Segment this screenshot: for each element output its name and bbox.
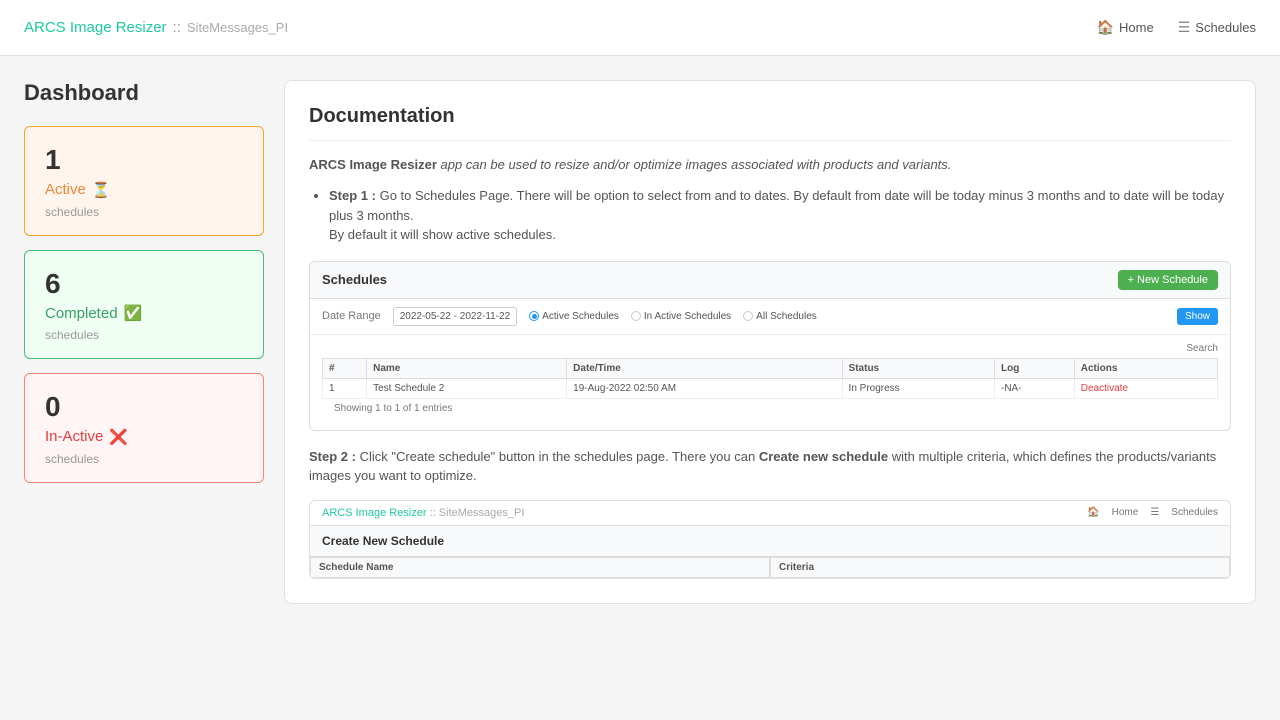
mini-nav-links: 🏠 Home ☰ Schedules — [1087, 507, 1218, 518]
search-label: Search — [322, 343, 1218, 354]
date-range-label: Date Range — [322, 310, 381, 322]
dashboard-sidebar: Dashboard 1 Active ⏳ schedules 6 Complet… — [24, 80, 264, 604]
nav-schedules[interactable]: ☰ Schedules — [1178, 19, 1256, 36]
table-row: 1 Test Schedule 2 19-Aug-2022 02:50 AM I… — [323, 378, 1218, 398]
mini-brand-name: ARCS Image Resizer — [322, 507, 427, 519]
row-status: In Progress — [842, 378, 994, 398]
doc-intro-text: app can be used to resize and/or optimiz… — [437, 157, 952, 172]
step1-label: Step 1 : — [329, 188, 376, 203]
stat-card-active[interactable]: 1 Active ⏳ schedules — [24, 126, 264, 236]
row-name: Test Schedule 2 — [367, 378, 567, 398]
col-name: Name — [367, 358, 567, 378]
completed-count: 6 — [45, 267, 243, 301]
show-button[interactable]: Show — [1177, 308, 1218, 325]
schedules-mockup: Schedules + New Schedule Date Range 2022… — [309, 261, 1231, 431]
mockup-header: Schedules + New Schedule — [310, 262, 1230, 299]
nav-schedules-label: Schedules — [1195, 20, 1256, 35]
radio-active-label: Active Schedules — [542, 311, 619, 322]
col-actions: Actions — [1074, 358, 1217, 378]
mockup-table-container: Search # Name Date/Time Status Log Actio… — [310, 335, 1230, 430]
radio-all[interactable]: All Schedules — [743, 311, 817, 322]
schedules-table: # Name Date/Time Status Log Actions 1 Te… — [322, 358, 1218, 399]
deactivate-link[interactable]: Deactivate — [1081, 383, 1128, 394]
schedules-icon: ☰ — [1178, 19, 1191, 36]
main-nav: 🏠 Home ☰ Schedules — [1097, 19, 1256, 36]
doc-steps-list: Step 1 : Go to Schedules Page. There wil… — [309, 186, 1231, 245]
x-circle-icon: ❌ — [109, 428, 128, 446]
inactive-sublabel: schedules — [45, 452, 243, 466]
brand: ARCS Image Resizer :: SiteMessages_PI — [24, 19, 288, 36]
radio-all-label: All Schedules — [756, 311, 817, 322]
create-schedule-title: Create New Schedule — [310, 526, 1230, 557]
stat-card-completed[interactable]: 6 Completed ✅ schedules — [24, 250, 264, 360]
doc-title: Documentation — [309, 105, 1231, 141]
col-log: Log — [995, 358, 1075, 378]
step1-text: Go to Schedules Page. There will be opti… — [329, 188, 1224, 223]
col-schedule-name: Schedule Name — [310, 557, 770, 578]
completed-label: Completed ✅ — [45, 304, 243, 322]
step1-extra: By default it will show active schedules… — [329, 227, 556, 242]
active-count: 1 — [45, 143, 243, 177]
col-datetime: Date/Time — [567, 358, 842, 378]
radio-group: Active Schedules In Active Schedules All… — [529, 311, 817, 322]
step2-label: Step 2 : — [309, 449, 356, 464]
radio-inactive-dot — [631, 311, 641, 321]
row-log: -NA- — [995, 378, 1075, 398]
new-schedule-button[interactable]: + New Schedule — [1118, 270, 1218, 290]
active-label: Active ⏳ — [45, 181, 243, 199]
radio-all-dot — [743, 311, 753, 321]
inactive-count: 0 — [45, 390, 243, 424]
check-circle-icon: ✅ — [124, 304, 143, 322]
create-schedule-box: Create New Schedule Schedule Name Criter… — [309, 525, 1231, 579]
radio-inactive-label: In Active Schedules — [644, 311, 731, 322]
inactive-label: In-Active ❌ — [45, 428, 243, 446]
create-schedule-cols: Schedule Name Criteria — [310, 557, 1230, 578]
app-header: ARCS Image Resizer :: SiteMessages_PI 🏠 … — [0, 0, 1280, 56]
mini-brand: ARCS Image Resizer :: SiteMessages_PI — [322, 507, 524, 519]
documentation-panel: Documentation ARCS Image Resizer app can… — [284, 80, 1256, 604]
mockup-title: Schedules — [322, 272, 387, 287]
step1-item: Step 1 : Go to Schedules Page. There wil… — [329, 186, 1231, 245]
main-content: Dashboard 1 Active ⏳ schedules 6 Complet… — [0, 56, 1280, 628]
nav-home[interactable]: 🏠 Home — [1097, 19, 1154, 36]
radio-active-dot — [529, 311, 539, 321]
dashboard-title: Dashboard — [24, 80, 264, 106]
nav-home-label: Home — [1119, 20, 1154, 35]
table-footer: Showing 1 to 1 of 1 entries — [322, 399, 1218, 422]
mini-sep: :: — [430, 507, 436, 519]
row-datetime: 19-Aug-2022 02:50 AM — [567, 378, 842, 398]
home-icon: 🏠 — [1097, 19, 1114, 36]
create-schedule-mockup: ARCS Image Resizer :: SiteMessages_PI 🏠 … — [309, 500, 1231, 579]
mini-schedules-label: Schedules — [1171, 507, 1218, 518]
doc-intro: ARCS Image Resizer app can be used to re… — [309, 157, 1231, 172]
date-range-value: 2022-05-22 - 2022-11-22 — [393, 307, 517, 326]
step2-text: Click "Create schedule" button in the sc… — [356, 449, 759, 464]
row-num: 1 — [323, 378, 367, 398]
radio-active[interactable]: Active Schedules — [529, 311, 619, 322]
mini-nav: ARCS Image Resizer :: SiteMessages_PI 🏠 … — [309, 500, 1231, 525]
brand-separator: :: — [173, 19, 181, 36]
mini-schedules-icon: ☰ — [1150, 507, 1159, 518]
hourglass-icon: ⏳ — [92, 181, 111, 199]
stat-card-inactive[interactable]: 0 In-Active ❌ schedules — [24, 373, 264, 483]
col-criteria: Criteria — [770, 557, 1230, 578]
mini-home-icon: 🏠 — [1087, 507, 1099, 518]
col-num: # — [323, 358, 367, 378]
site-name: SiteMessages_PI — [187, 20, 288, 35]
brand-name: ARCS Image Resizer — [24, 19, 167, 36]
mini-site: SiteMessages_PI — [439, 507, 525, 519]
mini-home-label: Home — [1112, 507, 1139, 518]
step2-bold: Create new schedule — [759, 449, 888, 464]
col-status: Status — [842, 358, 994, 378]
mockup-filters: Date Range 2022-05-22 - 2022-11-22 Activ… — [310, 299, 1230, 335]
doc-intro-app: ARCS Image Resizer — [309, 157, 437, 172]
radio-inactive[interactable]: In Active Schedules — [631, 311, 731, 322]
step2-paragraph: Step 2 : Click "Create schedule" button … — [309, 447, 1231, 486]
active-sublabel: schedules — [45, 205, 243, 219]
completed-sublabel: schedules — [45, 328, 243, 342]
